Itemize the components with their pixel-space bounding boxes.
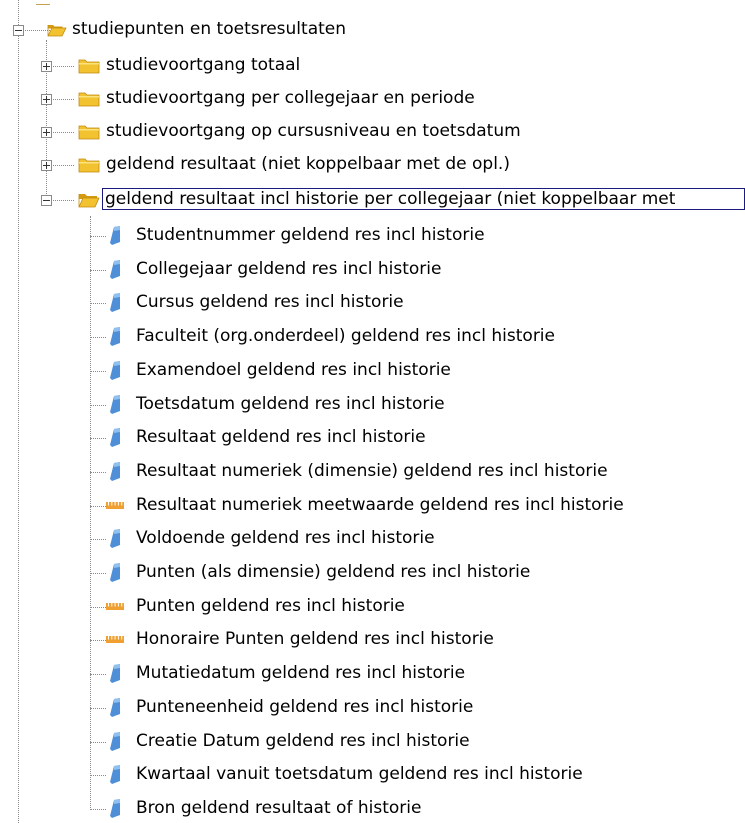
tree-item-row[interactable]: Creatie Datum geldend res incl historie (0, 728, 745, 756)
tree-line-top (36, 4, 50, 5)
measure-ruler-icon (106, 502, 124, 509)
expand-toggle-icon[interactable] (41, 127, 52, 138)
tree-item-label: Resultaat numeriek meetwaarde geldend re… (136, 495, 624, 515)
tree-item-label: Toetsdatum geldend res incl historie (136, 394, 445, 414)
dimension-icon (110, 698, 120, 717)
dimension-icon (110, 327, 120, 346)
tree-item-row[interactable]: Honoraire Punten geldend res incl histor… (0, 626, 745, 654)
folder-closed-icon (78, 125, 100, 140)
tree-item-label: Punten geldend res incl historie (136, 596, 405, 616)
expand-toggle-icon[interactable] (41, 61, 52, 72)
expand-toggle-icon[interactable] (41, 94, 52, 105)
tree-item-row[interactable]: Resultaat numeriek (dimensie) geldend re… (0, 458, 745, 486)
tree-item-label: Voldoende geldend res incl historie (136, 528, 435, 548)
tree-item-label: Bron geldend resultaat of historie (136, 798, 422, 818)
object-tree: studiepunten en toetsresultaten studievo… (0, 0, 745, 823)
tree-item-row[interactable]: Toetsdatum geldend res incl historie (0, 391, 745, 419)
dimension-icon (110, 260, 120, 279)
tree-node-root-label: studiepunten en toetsresultaten (72, 19, 347, 39)
tree-item-row[interactable]: Cursus geldend res incl historie (0, 289, 745, 317)
tree-node-folder[interactable]: geldend resultaat (niet koppelbaar met d… (0, 151, 745, 179)
tree-node-folder-selected[interactable]: geldend resultaat incl historie per coll… (0, 186, 745, 214)
tree-item-row[interactable]: Kwartaal vanuit toetsdatum geldend res i… (0, 761, 745, 789)
dimension-icon (110, 664, 120, 683)
tree-node-root[interactable]: studiepunten en toetsresultaten (0, 16, 745, 44)
dimension-icon (110, 563, 120, 582)
tree-item-label: Kwartaal vanuit toetsdatum geldend res i… (136, 764, 583, 784)
tree-item-row[interactable]: Studentnummer geldend res incl historie (0, 222, 745, 250)
dimension-icon (110, 462, 120, 481)
tree-item-label: Collegejaar geldend res incl historie (136, 259, 442, 279)
tree-item-label: Punteneenheid geldend res incl historie (136, 697, 474, 717)
tree-item-row[interactable]: Mutatiedatum geldend res incl historie (0, 660, 745, 688)
tree-item-label: Resultaat geldend res incl historie (136, 427, 426, 447)
dimension-icon (110, 799, 120, 818)
measure-ruler-icon (106, 636, 124, 643)
folder-closed-icon (78, 59, 100, 74)
tree-item-label: Honoraire Punten geldend res incl histor… (136, 629, 494, 649)
tree-item-label: Faculteit (org.onderdeel) geldend res in… (136, 326, 555, 346)
dimension-icon (110, 428, 120, 447)
folder-label: studievoortgang op cursusniveau en toets… (106, 121, 521, 141)
dimension-icon (110, 732, 120, 751)
tree-item-row[interactable]: Resultaat geldend res incl historie (0, 424, 745, 452)
tree-item-row[interactable]: Punten (als dimensie) geldend res incl h… (0, 559, 745, 587)
tree-item-label: Examendoel geldend res incl historie (136, 360, 451, 380)
measure-ruler-icon (106, 603, 124, 610)
dimension-icon (110, 765, 120, 784)
tree-item-row[interactable]: Voldoende geldend res incl historie (0, 525, 745, 553)
tree-node-folder[interactable]: studievoortgang op cursusniveau en toets… (0, 118, 745, 146)
folder-label: studievoortgang totaal (106, 55, 301, 75)
expand-toggle-icon[interactable] (41, 160, 52, 171)
tree-item-row[interactable]: Collegejaar geldend res incl historie (0, 256, 745, 284)
collapse-toggle-icon[interactable] (13, 25, 24, 36)
tree-item-label: Mutatiedatum geldend res incl historie (136, 663, 466, 683)
tree-item-label: Studentnummer geldend res incl historie (136, 225, 485, 245)
folder-label-selected: geldend resultaat incl historie per coll… (102, 188, 745, 210)
folder-closed-icon (78, 158, 100, 173)
dimension-icon (110, 529, 120, 548)
tree-node-folder[interactable]: studievoortgang per collegejaar en perio… (0, 85, 745, 113)
tree-item-label: Punten (als dimensie) geldend res incl h… (136, 562, 531, 582)
tree-item-row[interactable]: Punteneenheid geldend res incl historie (0, 694, 745, 722)
tree-item-label: Creatie Datum geldend res incl historie (136, 731, 470, 751)
dimension-icon (110, 395, 120, 414)
dimension-icon (110, 293, 120, 312)
tree-item-row[interactable]: Bron geldend resultaat of historie (0, 795, 745, 823)
folder-label: geldend resultaat (niet koppelbaar met d… (106, 154, 510, 174)
tree-item-label: Cursus geldend res incl historie (136, 292, 404, 312)
tree-item-row[interactable]: Faculteit (org.onderdeel) geldend res in… (0, 323, 745, 351)
tree-item-row[interactable]: Examendoel geldend res incl historie (0, 357, 745, 385)
folder-closed-icon (78, 92, 100, 107)
tree-node-folder[interactable]: studievoortgang totaal (0, 52, 745, 80)
tree-item-row[interactable]: Punten geldend res incl historie (0, 593, 745, 621)
dimension-icon (110, 226, 120, 245)
folder-label: studievoortgang per collegejaar en perio… (106, 88, 475, 108)
collapse-toggle-icon[interactable] (41, 195, 52, 206)
dimension-icon (110, 361, 120, 380)
tree-item-label: Resultaat numeriek (dimensie) geldend re… (136, 461, 608, 481)
folder-open-icon (78, 194, 100, 208)
folder-open-icon (47, 25, 67, 37)
tree-item-row[interactable]: Resultaat numeriek meetwaarde geldend re… (0, 492, 745, 520)
